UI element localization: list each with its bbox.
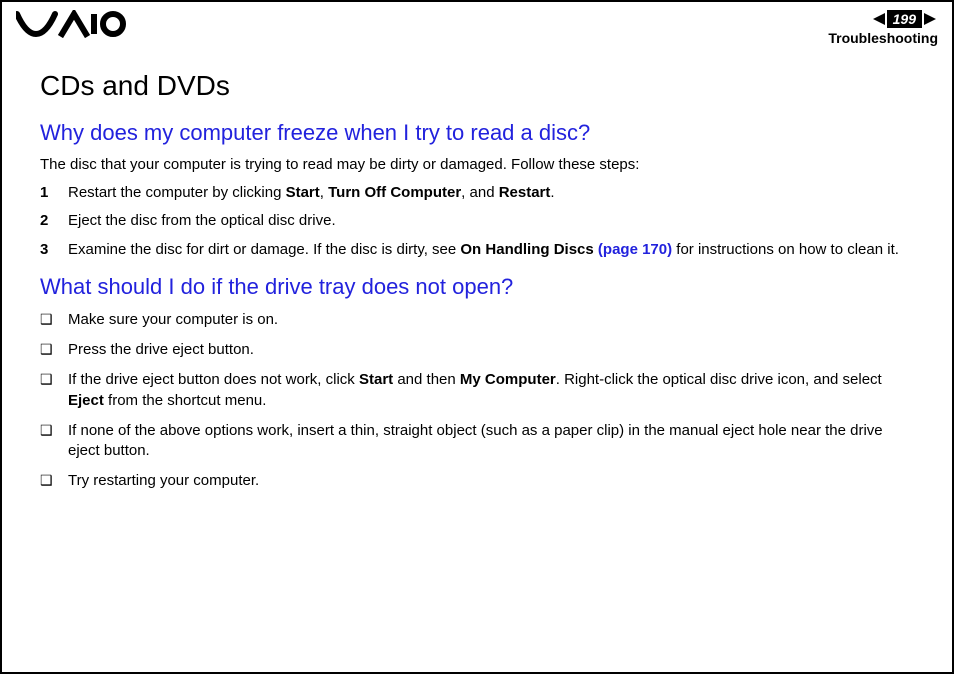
ui-term: Restart	[499, 184, 551, 201]
item-text: . Right-click the optical disc drive ico…	[556, 371, 882, 388]
ui-term: Turn Off Computer	[328, 184, 461, 201]
page-container: 199 Troubleshooting CDs and DVDs Why doe…	[0, 0, 954, 674]
page-xref-link[interactable]: (page 170)	[598, 241, 672, 258]
step-text: .	[550, 184, 554, 201]
xref-title: On Handling Discs	[460, 241, 598, 258]
next-page-icon[interactable]	[922, 11, 938, 27]
header-right: 199 Troubleshooting	[828, 10, 938, 46]
step-text: Restart the computer by clicking	[68, 184, 286, 201]
step-text: for instructions on how to clean it.	[672, 241, 899, 258]
list-item: Make sure your computer is on.	[40, 310, 914, 330]
ui-term: Start	[359, 371, 393, 388]
question-heading: Why does my computer freeze when I try t…	[40, 120, 914, 146]
prev-page-icon[interactable]	[871, 11, 887, 27]
item-text: Press the drive eject button.	[68, 341, 254, 358]
item-text: If none of the above options work, inser…	[68, 422, 883, 459]
question-heading: What should I do if the drive tray does …	[40, 274, 914, 300]
ui-term: My Computer	[460, 371, 556, 388]
ui-term: Eject	[68, 392, 104, 409]
step-item: Examine the disc for dirt or damage. If …	[40, 240, 914, 260]
page-content: CDs and DVDs Why does my computer freeze…	[2, 50, 952, 492]
page-title: CDs and DVDs	[40, 70, 914, 102]
page-nav: 199	[828, 10, 938, 28]
vaio-logo	[16, 10, 126, 38]
step-text: Examine the disc for dirt or damage. If …	[68, 241, 460, 258]
steps-list: Restart the computer by clicking Start , …	[40, 183, 914, 260]
list-item: Try restarting your computer.	[40, 471, 914, 491]
step-text: Eject the disc from the optical disc dri…	[68, 212, 336, 229]
section-label: Troubleshooting	[828, 30, 938, 46]
page-header: 199 Troubleshooting	[2, 2, 952, 50]
item-text: If the drive eject button does not work,…	[68, 371, 359, 388]
item-text: Try restarting your computer.	[68, 472, 259, 489]
page-number: 199	[887, 10, 922, 28]
list-item: If the drive eject button does not work,…	[40, 370, 914, 411]
bullet-list: Make sure your computer is on. Press the…	[40, 310, 914, 492]
intro-text: The disc that your computer is trying to…	[40, 156, 914, 173]
step-item: Eject the disc from the optical disc dri…	[40, 211, 914, 231]
step-item: Restart the computer by clicking Start , …	[40, 183, 914, 203]
list-item: Press the drive eject button.	[40, 340, 914, 360]
item-text: from the shortcut menu.	[104, 392, 267, 409]
step-text: , and	[461, 184, 499, 201]
list-item: If none of the above options work, inser…	[40, 421, 914, 462]
item-text: Make sure your computer is on.	[68, 311, 278, 328]
item-text: and then	[393, 371, 460, 388]
ui-term: Start	[286, 184, 320, 201]
step-text: ,	[320, 184, 328, 201]
